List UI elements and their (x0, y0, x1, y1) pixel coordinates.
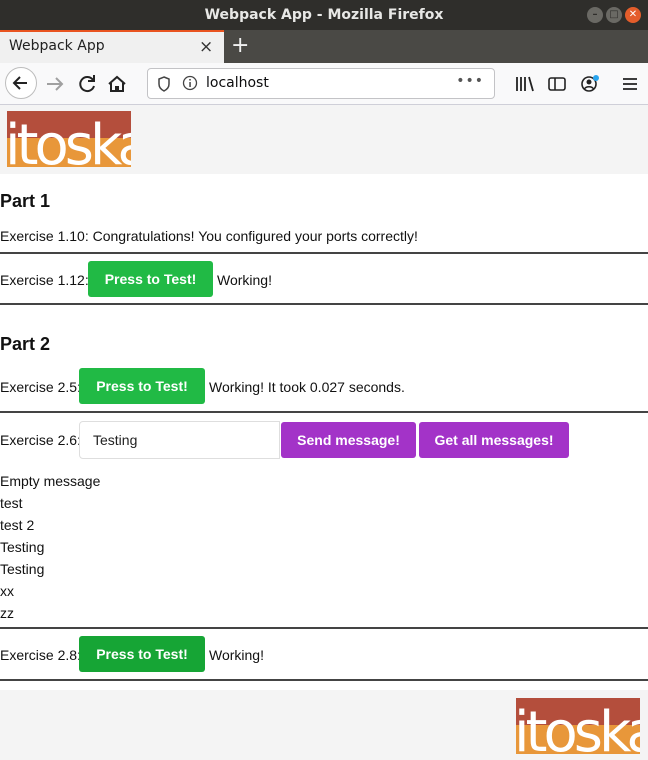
ex-2-5-status: Working! It took 0.027 seconds. (209, 379, 405, 395)
divider (0, 411, 648, 413)
logo-text: itoska (516, 700, 640, 754)
message-item: Testing (0, 561, 45, 577)
page-footer: itoska (0, 690, 648, 760)
exercise-2-6-label: Exercise 2.6: (0, 432, 81, 448)
itoska-logo: itoska (516, 698, 640, 754)
home-icon[interactable] (104, 71, 130, 97)
tab-strip: Webpack App × + (0, 30, 648, 63)
page-header: itoska (0, 105, 648, 174)
close-tab-icon[interactable]: × (199, 37, 213, 57)
window-title: Webpack App - Mozilla Firefox (204, 7, 444, 23)
message-item: Testing (0, 539, 45, 555)
divider (0, 252, 648, 254)
menu-icon[interactable] (617, 71, 643, 97)
get-all-messages-button[interactable]: Get all messages! (419, 422, 569, 458)
message-item: test 2 (0, 517, 35, 533)
message-input[interactable]: Testing (79, 421, 280, 459)
back-button[interactable] (5, 67, 37, 99)
ex-2-8-status: Working! (209, 647, 264, 663)
window-titlebar: Webpack App - Mozilla Firefox – □ ✕ (0, 0, 648, 30)
page-actions-icon[interactable]: ••• (456, 73, 484, 89)
exercise-2-5-label: Exercise 2.5: (0, 379, 81, 395)
library-icon[interactable] (512, 71, 538, 97)
sidebar-icon[interactable] (544, 71, 570, 97)
exercise-2-8-label: Exercise 2.8: (0, 647, 81, 663)
part2-heading: Part 2 (0, 334, 51, 354)
account-icon[interactable] (576, 71, 602, 97)
message-item: zz (0, 605, 14, 621)
maximize-icon[interactable]: □ (606, 7, 622, 23)
reload-icon[interactable] (74, 71, 100, 97)
close-window-icon[interactable]: ✕ (625, 7, 641, 23)
message-item: test (0, 495, 23, 511)
new-tab-icon[interactable]: + (231, 33, 249, 58)
exercise-1-12-label: Exercise 1.12: (0, 272, 89, 288)
minimize-icon[interactable]: – (587, 7, 603, 23)
address-bar[interactable]: localhost ••• (147, 68, 495, 99)
navigation-bar: localhost ••• (0, 63, 648, 105)
shield-icon[interactable] (156, 75, 172, 97)
forward-icon[interactable] (42, 71, 68, 97)
itoska-logo: itoska (7, 111, 131, 167)
part1-heading: Part 1 (0, 191, 51, 211)
message-item: xx (0, 583, 14, 599)
send-message-button[interactable]: Send message! (281, 422, 416, 458)
tab-title: Webpack App (9, 38, 105, 54)
url-text: localhost (206, 75, 269, 91)
ex-2-5-test-button[interactable]: Press to Test! (79, 368, 205, 404)
divider (0, 303, 648, 305)
message-input-value: Testing (93, 432, 138, 448)
logo-text: itoska (7, 113, 131, 167)
info-icon[interactable] (182, 75, 198, 95)
tab-webpack-app[interactable]: Webpack App × (0, 30, 224, 63)
divider (0, 627, 648, 629)
page-content: itoska Part 1 Exercise 1.10: Congratulat… (0, 105, 648, 760)
message-item: Empty message (0, 473, 101, 489)
ex-1-12-test-button[interactable]: Press to Test! (88, 261, 213, 297)
ex-1-12-status: Working! (217, 272, 272, 288)
divider (0, 679, 648, 681)
ex-2-8-test-button[interactable]: Press to Test! (79, 636, 205, 672)
exercise-1-10-text: Exercise 1.10: Congratulations! You conf… (0, 228, 418, 244)
